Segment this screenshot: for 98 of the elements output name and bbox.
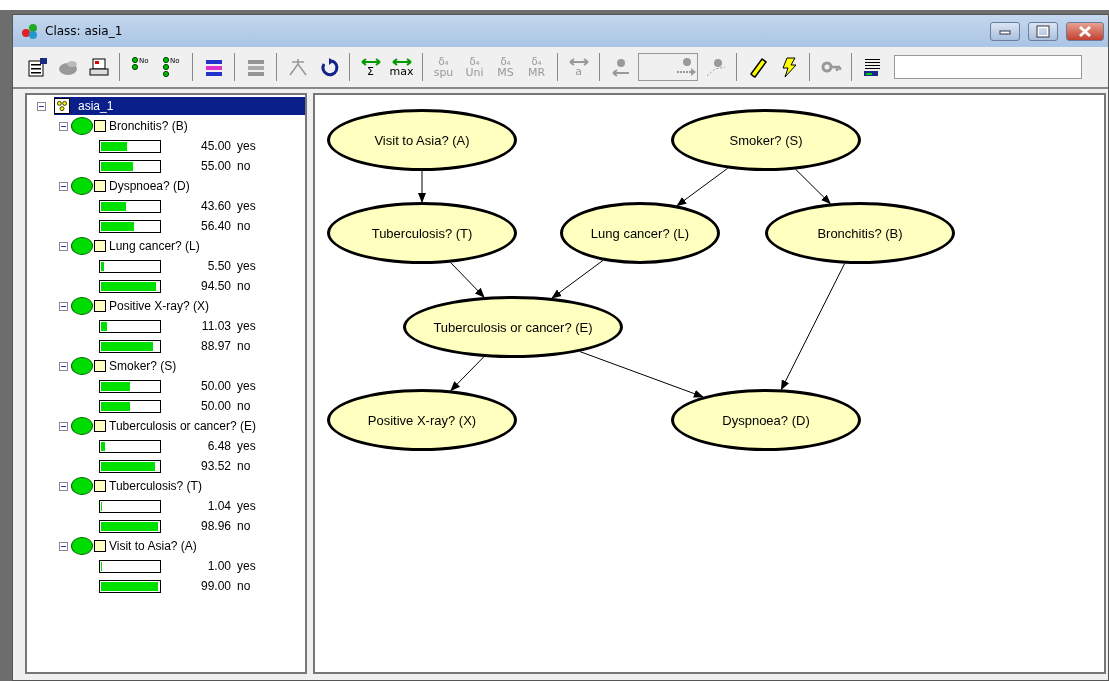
state-name: no bbox=[237, 159, 251, 173]
collapse-toggle[interactable] bbox=[59, 361, 68, 371]
state-name: no bbox=[237, 339, 251, 353]
node-label[interactable]: Tuberculosis? (T) bbox=[109, 479, 202, 493]
edge-arrow bbox=[795, 168, 831, 205]
network-icon bbox=[54, 98, 70, 114]
node-circle-icon bbox=[71, 477, 93, 495]
state-name: yes bbox=[237, 379, 256, 393]
double-arrow-icon bbox=[567, 57, 590, 66]
node-square-icon bbox=[94, 360, 106, 372]
node-circle-icon bbox=[71, 177, 93, 195]
tree-root-item[interactable]: asia_1 bbox=[54, 97, 305, 115]
node-circle-icon bbox=[71, 357, 93, 375]
probability-value: 99.00 bbox=[199, 579, 231, 593]
close-button[interactable] bbox=[1066, 21, 1104, 41]
maximize-button[interactable] bbox=[1028, 21, 1058, 41]
probability-value: 50.00 bbox=[199, 399, 231, 413]
probability-value: 88.97 bbox=[199, 339, 231, 353]
network-node[interactable]: Tuberculosis or cancer? (E) bbox=[403, 296, 623, 358]
probability-value: 56.40 bbox=[199, 219, 231, 233]
probability-value: 94.50 bbox=[199, 279, 231, 293]
window-title: Class: asia_1 bbox=[45, 24, 124, 38]
node-square-icon bbox=[94, 420, 106, 432]
double-arrow-icon bbox=[390, 57, 413, 66]
network-node[interactable]: Visit to Asia? (A) bbox=[327, 109, 517, 171]
state-name: no bbox=[237, 579, 251, 593]
node-circle-icon bbox=[71, 237, 93, 255]
app-icon bbox=[21, 22, 39, 40]
node-label[interactable]: Tuberculosis or cancer? (E) bbox=[109, 419, 256, 433]
collapse-toggle[interactable] bbox=[59, 421, 68, 431]
node-label[interactable]: Smoker? (S) bbox=[109, 359, 177, 373]
collapse-toggle[interactable] bbox=[37, 101, 46, 111]
state-name: yes bbox=[237, 259, 256, 273]
network-node[interactable]: Smoker? (S) bbox=[671, 109, 861, 171]
state-name: no bbox=[237, 399, 251, 413]
tree-icon bbox=[286, 56, 309, 78]
propagate-button[interactable]: Σ bbox=[357, 53, 384, 81]
node-label[interactable]: Dyspnoea? (D) bbox=[109, 179, 190, 193]
node-label[interactable]: Lung cancer? (L) bbox=[109, 239, 200, 253]
node-circle-icon bbox=[71, 417, 93, 435]
collapse-toggle[interactable] bbox=[59, 301, 68, 311]
node-circle-icon bbox=[71, 117, 93, 135]
probability-value: 45.00 bbox=[199, 139, 231, 153]
state-name: yes bbox=[237, 439, 256, 453]
state-name: yes bbox=[237, 199, 256, 213]
close-icon bbox=[1078, 24, 1092, 38]
node-square-icon bbox=[94, 480, 106, 492]
node-label[interactable]: Positive X-ray? (X) bbox=[109, 299, 210, 313]
edge-arrow bbox=[450, 356, 485, 392]
probability-value: 5.50 bbox=[206, 259, 231, 273]
node-square-icon bbox=[94, 540, 106, 552]
state-name: yes bbox=[237, 559, 256, 573]
double-arrow-icon bbox=[359, 57, 382, 66]
probability-value: 6.48 bbox=[206, 439, 231, 453]
scatter-icon bbox=[704, 56, 727, 78]
node-circle-icon bbox=[71, 297, 93, 315]
probability-value: 43.60 bbox=[199, 199, 231, 213]
state-name: yes bbox=[237, 319, 256, 333]
state-name: no bbox=[237, 459, 251, 473]
state-name: yes bbox=[237, 139, 256, 153]
minimize-button[interactable] bbox=[990, 21, 1020, 41]
state-name: no bbox=[237, 219, 251, 233]
node-square-icon bbox=[94, 120, 106, 132]
state-name: yes bbox=[237, 499, 256, 513]
node-square-icon bbox=[94, 300, 106, 312]
collapse-toggle[interactable] bbox=[59, 181, 68, 191]
node-square-icon bbox=[94, 180, 106, 192]
probability-value: 98.96 bbox=[199, 519, 231, 533]
collapse-toggle[interactable] bbox=[59, 541, 68, 551]
network-node[interactable]: Tuberculosis? (T) bbox=[327, 202, 517, 264]
network-node[interactable]: Positive X-ray? (X) bbox=[327, 389, 517, 451]
probability-value: 93.52 bbox=[199, 459, 231, 473]
collapse-toggle[interactable] bbox=[59, 481, 68, 491]
edge-arrow bbox=[418, 170, 426, 203]
state-name: no bbox=[237, 279, 251, 293]
network-node[interactable]: Dyspnoea? (D) bbox=[671, 389, 861, 451]
collapse-toggle[interactable] bbox=[59, 241, 68, 251]
probability-value: 50.00 bbox=[199, 379, 231, 393]
propagate-button[interactable]: max bbox=[388, 53, 415, 81]
probability-value: 1.00 bbox=[206, 559, 231, 573]
node-label[interactable]: Bronchitis? (B) bbox=[109, 119, 188, 133]
printer-icon bbox=[87, 56, 110, 78]
network-node[interactable]: Bronchitis? (B) bbox=[765, 202, 955, 264]
probability-value: 1.04 bbox=[206, 499, 231, 513]
state-name: no bbox=[237, 519, 251, 533]
probability-value: 11.03 bbox=[200, 319, 231, 333]
properties-icon bbox=[25, 56, 48, 78]
node-label[interactable]: Visit to Asia? (A) bbox=[109, 539, 197, 553]
network-node[interactable]: Lung cancer? (L) bbox=[560, 202, 720, 264]
node-square-icon bbox=[94, 240, 106, 252]
edge-arrow bbox=[551, 259, 604, 299]
edge-arrow bbox=[676, 167, 729, 207]
node-circle-icon bbox=[71, 537, 93, 555]
edge-arrow bbox=[450, 262, 485, 298]
probability-value: 55.00 bbox=[199, 159, 231, 173]
search-field[interactable] bbox=[894, 55, 1082, 79]
collapse-toggle[interactable] bbox=[59, 121, 68, 131]
maximize-icon bbox=[1036, 24, 1050, 38]
